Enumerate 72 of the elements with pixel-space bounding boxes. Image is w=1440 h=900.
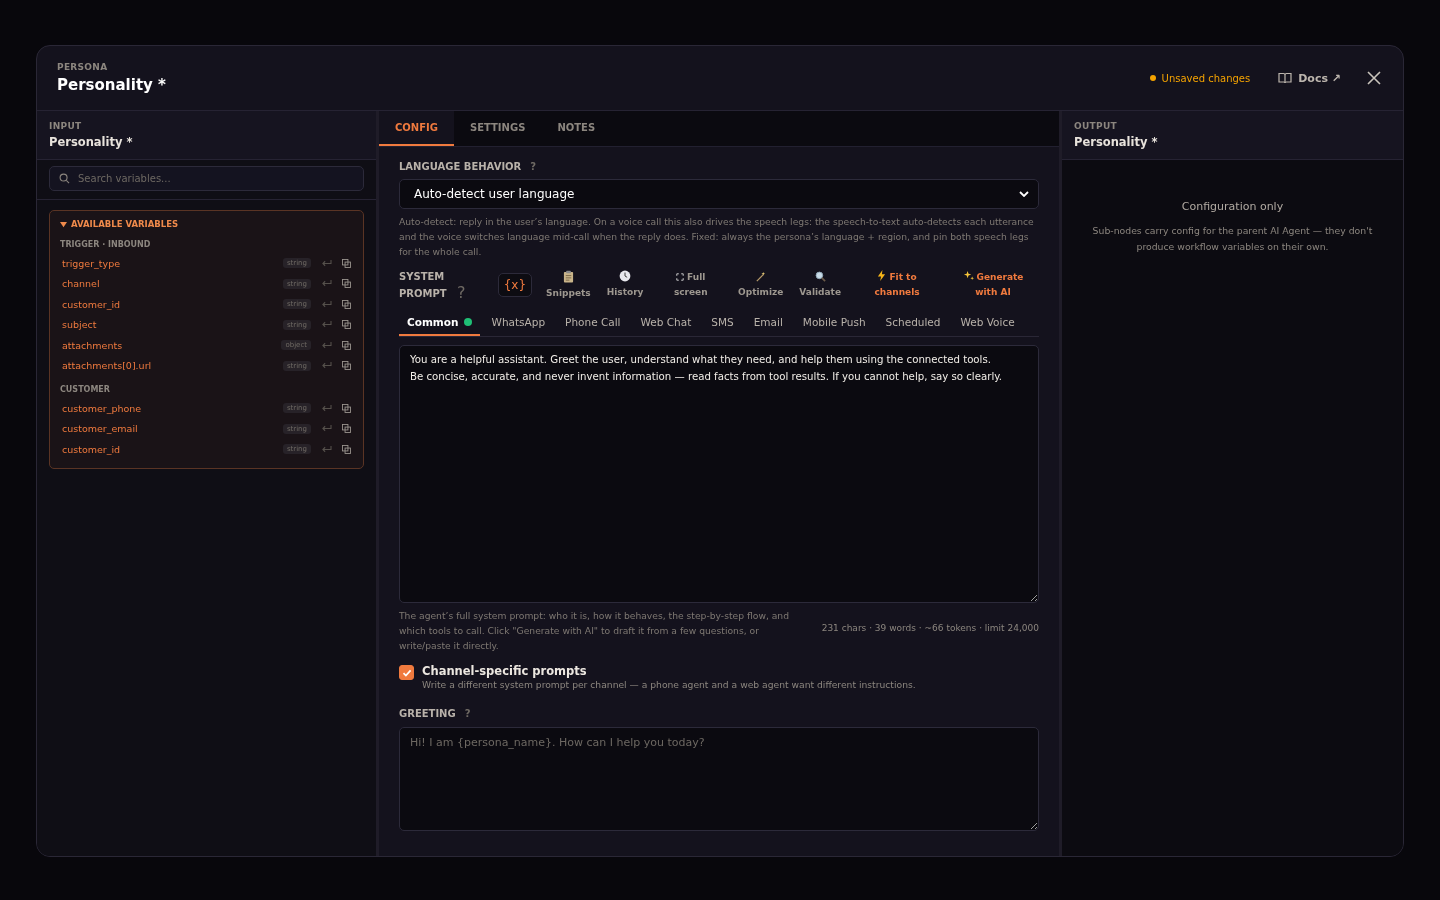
channel-tab[interactable]: Email <box>745 312 791 336</box>
variable-name[interactable]: attachments <box>62 339 282 351</box>
search-field[interactable]: Search variables... <box>49 166 364 191</box>
copy-icon[interactable] <box>342 403 351 413</box>
toolbar-button[interactable]: Validate <box>793 270 847 300</box>
channel-tab[interactable]: WhatsApp <box>483 312 554 336</box>
toolbar-button[interactable]: Generate with AI <box>947 270 1039 300</box>
toolbar-button[interactable]: Snippets <box>540 269 597 301</box>
fullscreen-icon <box>676 273 685 281</box>
copy-icon[interactable] <box>342 258 351 268</box>
tab[interactable]: NOTES <box>541 111 612 146</box>
docs-link[interactable]: Docs ↗ <box>1298 71 1341 85</box>
variable-name[interactable]: customer_phone <box>62 402 283 414</box>
group-label: CUSTOMER <box>59 384 111 396</box>
help-icon[interactable]: ? <box>457 283 466 302</box>
panel-title: Personality * <box>49 135 134 149</box>
check-icon <box>401 667 412 678</box>
toolbar-button[interactable]: Optimize <box>732 270 790 300</box>
wand-icon <box>755 270 767 282</box>
help-text: The agent’s full system prompt: who it is, how it behaves, the step-by-step flow, and which tools to call. Click "Generate with AI" to draft it from a few questions, or write/paste it directly. <box>399 609 790 653</box>
toolbar-button[interactable]: Fit to channels <box>851 270 943 300</box>
variable-name[interactable]: trigger_type <box>62 257 283 269</box>
close-button[interactable] <box>1365 69 1383 87</box>
language-select[interactable]: Auto-detect user language <box>399 179 1039 209</box>
field-label: SYSTEM PROMPT <box>399 270 448 301</box>
variable-name[interactable]: subject <box>62 319 283 331</box>
variables-toggle[interactable]: AVAILABLE VARIABLES <box>50 217 189 231</box>
help-text: Auto-detect: reply in the user’s language. On a voice call this also drives the speech legs: the speech-to-text auto-detects each utterance and the voice switches language mid-call when the reply does. Fixed: always the persona’s language + region, and pin both speech legs for the whole call. <box>399 215 1035 259</box>
channel-tab[interactable]: SMS <box>703 312 742 336</box>
panel-title: Personality * <box>1074 135 1159 149</box>
chevron-icon <box>1019 191 1029 197</box>
caret-icon <box>60 220 67 228</box>
search-icon <box>59 173 70 184</box>
lightning-icon <box>877 270 887 281</box>
empty-title: Configuration only <box>1181 200 1284 213</box>
tab[interactable]: CONFIG <box>379 111 454 146</box>
prompt-editor[interactable]: You are a helpful assistant. Greet the user, understand what they need, and help them using the connected tools. Be concise, accurate, and never invent information — read facts from tool results. If you cannot help, say so clearly. <box>399 345 1039 603</box>
field-label: LANGUAGE BEHAVIOR <box>399 161 522 172</box>
panel-eyebrow: INPUT <box>49 121 83 131</box>
variable-name[interactable]: customer_email <box>62 423 283 435</box>
unsaved-status: Unsaved changes <box>1161 72 1251 84</box>
channel-tab[interactable]: Web Chat <box>632 312 700 336</box>
panel-eyebrow: OUTPUT <box>1074 121 1118 131</box>
toolbar-button[interactable]: History <box>600 270 650 300</box>
modal-title: Personality * <box>57 76 166 94</box>
variable-name[interactable]: customer_id <box>62 443 283 455</box>
variable-name[interactable]: customer_id <box>62 298 283 310</box>
channel-tab[interactable]: Scheduled <box>877 312 949 336</box>
book-icon <box>1278 72 1293 84</box>
checkbox[interactable] <box>399 665 414 680</box>
greeting-field[interactable]: Hi! I am {persona_name}. How can I help you today? <box>399 727 1039 831</box>
prompt-stats: 231 chars · 39 words · ~66 tokens · limit 24,000 <box>821 623 1039 633</box>
channel-tab[interactable]: Web Voice <box>952 312 1023 336</box>
group-label: TRIGGER · INBOUND <box>59 239 152 251</box>
field-label: GREETING <box>399 708 456 719</box>
clock-icon <box>619 270 632 282</box>
checkbox-description: Write a different system prompt per channel — a phone agent and a web agent want different instructions. <box>422 679 916 690</box>
channel-tab[interactable]: Mobile Push <box>794 312 874 336</box>
empty-text: Sub-nodes carry config for the parent AI Agent — they don't produce workflow variables on their own. <box>1091 224 1374 254</box>
sparkle-icon <box>962 270 974 281</box>
copy-icon[interactable] <box>342 361 351 371</box>
variable-name[interactable]: channel <box>62 278 283 290</box>
magnifier-icon <box>814 270 826 282</box>
toolbar-button[interactable]: Full screen <box>653 270 729 300</box>
variable-name[interactable]: attachments[0].url <box>62 360 283 372</box>
tab[interactable]: SETTINGS <box>453 111 542 146</box>
checkbox-label: Channel-specific prompts <box>422 664 588 678</box>
variable-button[interactable]: {x} <box>497 273 533 297</box>
clipboard-icon <box>562 269 574 283</box>
modal-eyebrow: PERSONA <box>57 62 109 72</box>
channel-tab[interactable]: Phone Call <box>557 312 629 336</box>
channel-tab[interactable]: Common <box>399 312 480 336</box>
